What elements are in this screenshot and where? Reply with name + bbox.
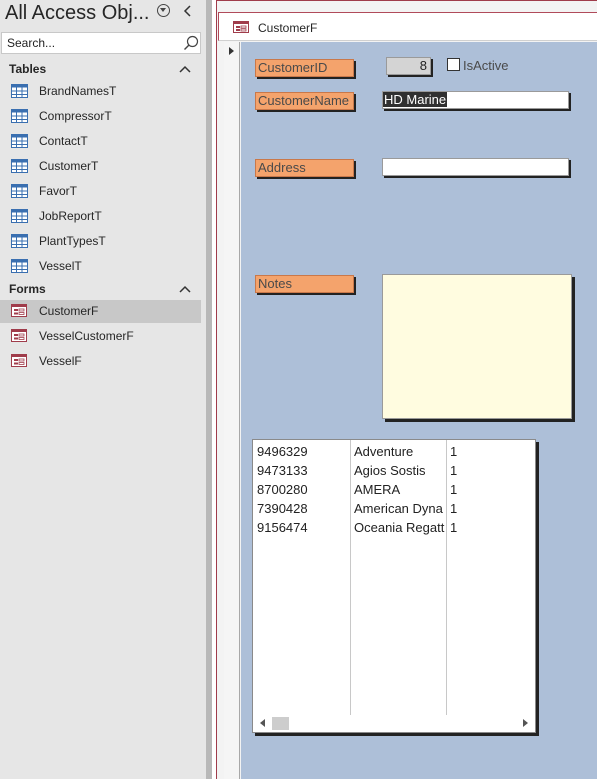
group-label: Forms [9,282,46,296]
nav-item-label: CompressorT [39,109,112,123]
customer-name-label: CustomerName [255,92,354,110]
tab-customerf[interactable]: CustomerF [218,12,597,41]
vessel-customer-id: 1 [450,501,458,516]
vessel-imo: 7390428 [257,501,308,516]
vessel-name: American Dyna [354,501,443,516]
nav-item-label: BrandNamesT [39,84,117,98]
vessel-customer-id: 1 [450,463,458,478]
vessel-name: Adventure [354,444,414,459]
customer-name-field[interactable]: HD Marine [382,91,569,109]
current-record-arrow-icon [229,47,234,55]
group-header-tables[interactable]: Tables [0,59,201,79]
vessel-name: AMERA [354,482,401,497]
vessel-list-box[interactable]: 9496329 Adventure 1 9473133 Agios Sostis… [252,439,536,733]
nav-item-jobreportt[interactable]: JobReportT [0,205,201,228]
nav-item-planttypest[interactable]: PlantTypesT [0,230,201,253]
customer-id-label: CustomerID [255,59,354,77]
nav-item-favort[interactable]: FavorT [0,180,201,203]
table-icon [11,134,28,148]
list-item[interactable]: 8700280 AMERA 1 [253,480,533,499]
chevron-up-icon[interactable] [179,283,191,293]
search-icon[interactable] [183,35,199,51]
notes-field[interactable] [382,274,572,419]
record-selector[interactable] [224,42,240,779]
vessel-customer-id: 1 [450,444,458,459]
customer-name-value: HD Marine [383,92,448,107]
nav-search-box[interactable] [1,32,201,54]
nav-item-label: PlantTypesT [39,234,106,248]
list-item[interactable]: 9496329 Adventure 1 [253,442,533,461]
is-active-label: IsActive [463,58,509,73]
tab-label: CustomerF [258,21,318,35]
nav-title[interactable]: All Access Obj... [5,0,150,26]
table-icon [11,259,28,273]
chevron-up-icon[interactable] [179,63,191,73]
scrollbar-thumb[interactable] [272,717,289,730]
vessel-customer-id: 1 [450,482,458,497]
nav-item-label: VesselT [39,259,82,273]
list-item[interactable]: 9156474 Oceania Regatt 1 [253,518,533,537]
group-label: Tables [9,62,47,76]
navigation-pane: All Access Obj... Tables BrandNamesT Com… [0,0,206,779]
address-label: Address [255,159,354,177]
nav-item-label: CustomerF [39,304,99,318]
address-field[interactable] [382,158,569,176]
table-icon [11,109,28,123]
nav-item-vesselcustomerf[interactable]: VesselCustomerF [0,325,201,348]
nav-item-label: JobReportT [39,209,102,223]
table-icon [11,159,28,173]
horizontal-scrollbar[interactable] [254,715,534,731]
list-item[interactable]: 9473133 Agios Sostis 1 [253,461,533,480]
nav-item-customert[interactable]: CustomerT [0,155,201,178]
shutter-bar-collapse-icon[interactable] [183,4,195,18]
nav-item-label: VesselCustomerF [39,329,134,343]
nav-item-brandnamest[interactable]: BrandNamesT [0,80,201,103]
search-input[interactable] [2,33,182,53]
vessel-name: Agios Sostis [354,463,426,478]
notes-label: Notes [255,275,354,293]
group-header-forms[interactable]: Forms [0,279,201,299]
scroll-right-icon[interactable] [523,719,528,727]
vessel-imo: 9156474 [257,520,308,535]
form-icon [233,21,249,33]
vessel-imo: 9473133 [257,463,308,478]
nav-item-vesselt[interactable]: VesselT [0,255,201,278]
vessel-imo: 8700280 [257,482,308,497]
nav-item-label: VesselF [39,354,82,368]
nav-pane-splitter[interactable] [206,0,212,779]
vessel-customer-id: 1 [450,520,458,535]
nav-menu-dropdown-icon[interactable] [157,4,170,17]
nav-header: All Access Obj... [0,0,206,30]
list-item[interactable]: 7390428 American Dyna 1 [253,499,533,518]
vessel-name: Oceania Regatt [354,520,445,535]
scroll-left-icon[interactable] [260,719,265,727]
form-icon [11,329,28,343]
form-icon [11,354,28,368]
is-active-checkbox[interactable] [447,58,460,71]
customer-id-field[interactable]: 8 [386,57,431,75]
table-icon [11,84,28,98]
nav-item-label: ContactT [39,134,88,148]
vessel-imo: 9496329 [257,444,308,459]
table-icon [11,209,28,223]
form-icon [11,304,28,318]
table-icon [11,234,28,248]
nav-item-label: FavorT [39,184,78,198]
nav-item-vesself[interactable]: VesselF [0,350,201,373]
nav-item-label: CustomerT [39,159,99,173]
nav-item-customerf[interactable]: CustomerF [0,300,201,323]
nav-item-compressort[interactable]: CompressorT [0,105,201,128]
table-icon [11,184,28,198]
nav-item-contactt[interactable]: ContactT [0,130,201,153]
